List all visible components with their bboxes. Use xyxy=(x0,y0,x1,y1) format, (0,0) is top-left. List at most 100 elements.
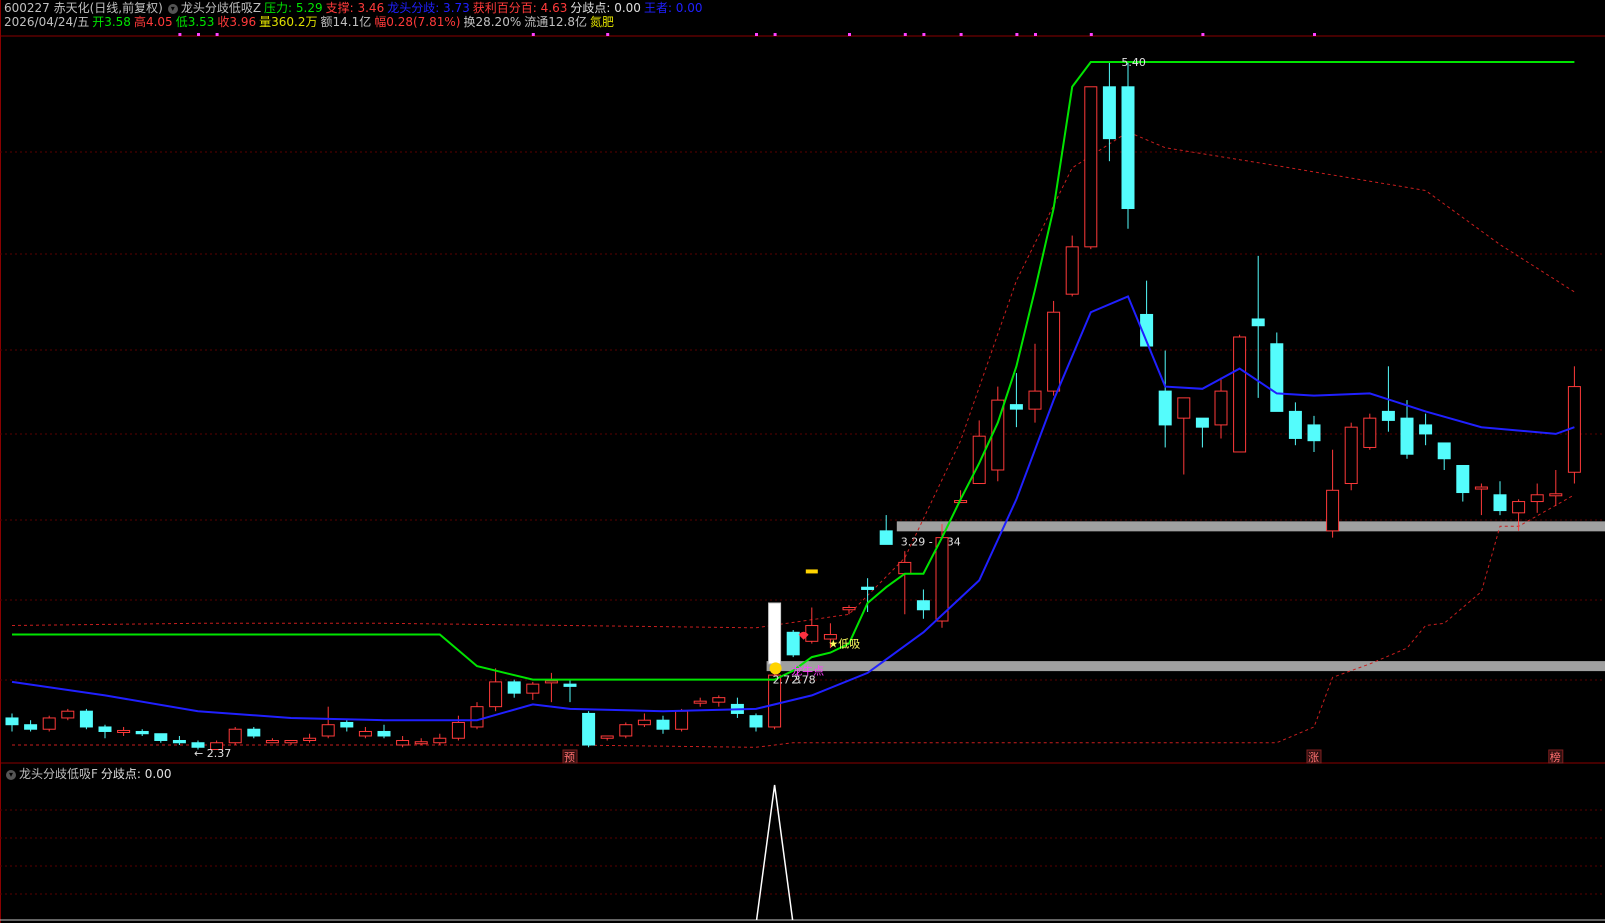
ohlc-item: 2026/04/24/五 xyxy=(4,15,90,29)
candle[interactable] xyxy=(1326,489,1340,532)
signal-dot xyxy=(1089,33,1093,36)
candle[interactable] xyxy=(507,681,521,694)
candle[interactable] xyxy=(1474,486,1488,490)
candle[interactable] xyxy=(61,710,75,719)
candle[interactable] xyxy=(433,737,447,744)
signal-dot xyxy=(848,33,851,36)
candle[interactable] xyxy=(972,435,986,485)
candle[interactable] xyxy=(247,728,261,737)
candle[interactable] xyxy=(154,733,168,741)
candle[interactable] xyxy=(675,710,689,730)
candle[interactable] xyxy=(1288,410,1302,439)
candle[interactable] xyxy=(1363,417,1377,448)
candle[interactable] xyxy=(1493,494,1507,512)
ohlc-item: 收3.96 xyxy=(217,15,257,29)
candle[interactable] xyxy=(861,586,875,590)
candle[interactable] xyxy=(526,683,540,694)
stock-chart[interactable]: 3.29 - 3.34★低吸2.782.7 3龙牛点5.40← 2.37 预涨榜 xyxy=(0,0,1605,923)
candle[interactable] xyxy=(1456,464,1470,494)
candle[interactable] xyxy=(637,719,651,726)
subpanel-spike xyxy=(755,784,794,921)
candle[interactable] xyxy=(749,715,763,728)
indicator-settings-icon[interactable]: ▾ xyxy=(6,769,16,780)
candle[interactable] xyxy=(42,717,56,730)
candle[interactable] xyxy=(656,719,670,730)
candle[interactable] xyxy=(24,724,38,730)
candle[interactable] xyxy=(842,606,856,611)
candle[interactable] xyxy=(1381,410,1395,421)
candle[interactable] xyxy=(1344,426,1358,485)
indicator-header: 600227 赤天化(日线,前复权) ▾ 龙头分歧低吸Z 压力: 5.29 支撑: 3.… xyxy=(4,1,706,15)
candle[interactable] xyxy=(1009,404,1023,410)
candle[interactable] xyxy=(1214,390,1228,426)
candle[interactable] xyxy=(786,631,800,656)
candle[interactable] xyxy=(712,697,726,703)
candle[interactable] xyxy=(396,739,410,746)
candle[interactable] xyxy=(79,710,93,728)
candle[interactable] xyxy=(619,724,633,737)
candle[interactable] xyxy=(303,737,317,741)
candle[interactable] xyxy=(265,739,279,744)
candle[interactable] xyxy=(582,712,596,746)
candle[interactable] xyxy=(1419,424,1433,435)
candle[interactable] xyxy=(1233,336,1247,453)
candle[interactable] xyxy=(916,600,930,611)
candle[interactable] xyxy=(489,681,503,708)
candle[interactable] xyxy=(1121,86,1135,210)
signal-dot xyxy=(606,33,610,36)
candle[interactable] xyxy=(600,735,614,739)
sub-panel-header: ▾ 龙头分歧低吸F 分歧点: 0.00 xyxy=(4,767,174,781)
ohlc-info-bar: 2026/04/24/五 开3.58 高4.05 低3.53 收3.96 量360.2万额… xyxy=(4,15,617,29)
ohlc-item: 额14.1亿 xyxy=(320,15,372,29)
candle[interactable] xyxy=(284,739,298,744)
chart-annotation: 龙牛点 xyxy=(791,664,824,678)
candle[interactable] xyxy=(1437,442,1451,460)
header-item[interactable]: 龙头分歧低吸Z xyxy=(181,1,261,15)
candle[interactable] xyxy=(1028,390,1042,410)
candle[interactable] xyxy=(5,717,19,726)
candle[interactable] xyxy=(1307,424,1321,442)
signal-dot xyxy=(215,33,219,36)
candle[interactable] xyxy=(414,741,428,745)
candle[interactable] xyxy=(805,625,819,642)
candle[interactable] xyxy=(451,721,465,739)
candle[interactable] xyxy=(358,730,372,737)
candle[interactable] xyxy=(1158,390,1172,426)
candle[interactable] xyxy=(1530,494,1544,503)
candle[interactable] xyxy=(1084,86,1098,248)
subpanel-item[interactable]: 龙头分歧低吸F xyxy=(19,767,98,781)
indicator-settings-icon[interactable]: ▾ xyxy=(167,3,178,14)
candle[interactable] xyxy=(693,700,707,704)
candle[interactable] xyxy=(321,724,335,737)
candle[interactable] xyxy=(1047,311,1061,392)
candle[interactable] xyxy=(1177,397,1191,419)
candle[interactable] xyxy=(228,728,242,744)
candle[interactable] xyxy=(1400,417,1414,455)
candle[interactable] xyxy=(1251,318,1265,327)
candle[interactable] xyxy=(563,683,577,687)
candle[interactable] xyxy=(470,706,484,728)
high-price-label: 5.40 xyxy=(1121,56,1146,69)
candle[interactable] xyxy=(935,537,949,622)
candle[interactable] xyxy=(377,730,391,737)
ohlc-item: 低3.53 xyxy=(175,15,215,29)
support-band-label: 3.29 - 3.34 xyxy=(901,535,961,548)
signal-dot xyxy=(959,33,963,36)
candle[interactable] xyxy=(135,730,149,735)
candle[interactable] xyxy=(1512,501,1526,514)
candle[interactable] xyxy=(1195,417,1209,428)
candle[interactable] xyxy=(340,721,354,728)
signal-dot xyxy=(922,33,926,36)
candle[interactable] xyxy=(98,726,112,732)
candle[interactable] xyxy=(1270,343,1284,412)
signal-tag-label: 预 xyxy=(564,751,575,764)
candle[interactable] xyxy=(898,561,912,575)
candle[interactable] xyxy=(879,530,893,545)
candle[interactable] xyxy=(1549,493,1563,497)
candle[interactable] xyxy=(172,739,186,744)
candle[interactable] xyxy=(544,680,558,684)
signal-dot xyxy=(1015,33,1019,36)
candle[interactable] xyxy=(1065,246,1079,295)
candle[interactable] xyxy=(1102,86,1116,140)
candle[interactable] xyxy=(117,729,131,733)
